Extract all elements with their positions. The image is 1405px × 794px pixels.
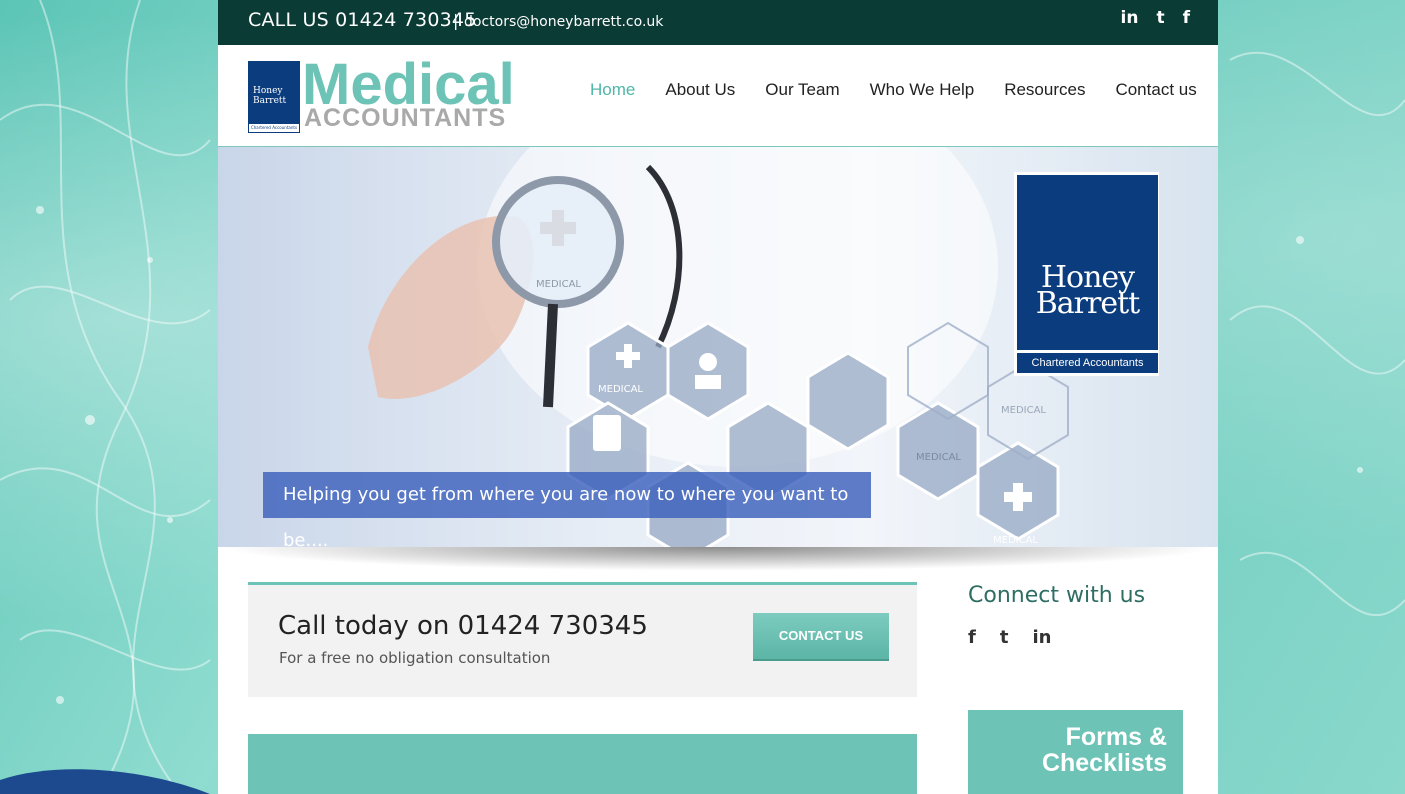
badge-name: Honey Barrett: [1017, 263, 1158, 321]
sidebar-social-links: f t in: [968, 627, 1051, 648]
phone-number[interactable]: CALL US 01424 730345: [248, 9, 477, 31]
header: Honey Barrett Chartered Accountants Medi…: [218, 45, 1218, 147]
hex-label: MEDICAL: [536, 279, 581, 290]
nav-who-we-help[interactable]: Who We Help: [870, 80, 975, 100]
linkedin-icon[interactable]: in: [1121, 8, 1139, 28]
nav-resources[interactable]: Resources: [1004, 80, 1085, 100]
call-to-action-box: Call today on 01424 730345 For a free no…: [248, 582, 917, 697]
linkedin-icon[interactable]: in: [1032, 627, 1051, 648]
nav-home[interactable]: Home: [590, 80, 635, 100]
hero-tagline: Helping you get from where you are now t…: [263, 472, 871, 547]
contact-us-button[interactable]: CONTACT US: [753, 613, 889, 661]
hex-label: MEDICAL: [598, 384, 643, 395]
facebook-icon[interactable]: f: [1183, 8, 1190, 28]
twitter-icon[interactable]: t: [1000, 627, 1009, 648]
cta-heading: Call today on 01424 730345: [278, 611, 648, 641]
hex-label: MEDICAL: [993, 535, 1038, 546]
top-social-links: in t f: [1121, 8, 1190, 28]
site-logo[interactable]: Honey Barrett Chartered Accountants Medi…: [248, 55, 528, 133]
separator: |: [453, 11, 459, 30]
hex-label: MEDICAL: [916, 452, 961, 463]
badge-subtitle: Chartered Accountants: [1017, 353, 1158, 373]
nav-about-us[interactable]: About Us: [665, 80, 735, 100]
forms-checklists-panel[interactable]: Forms & Checklists: [968, 710, 1183, 794]
forms-title-line1: Forms &: [1065, 723, 1167, 751]
top-bar: CALL US 01424 730345 | doctors@honeybarr…: [218, 0, 1218, 45]
hero-shadow: [218, 547, 1218, 571]
logo-badge-name: Honey Barrett: [253, 86, 287, 106]
connect-heading: Connect with us: [968, 583, 1146, 608]
cta-subtext: For a free no obligation consultation: [279, 649, 551, 667]
honey-barrett-badge: Honey Barrett Chartered Accountants: [1014, 172, 1159, 376]
logo-accountants-text: ACCOUNTANTS: [304, 104, 507, 132]
badge-name-line2: Barrett: [1035, 286, 1140, 321]
logo-badge-sub: Chartered Accountants: [249, 124, 299, 132]
nav-contact-us[interactable]: Contact us: [1115, 80, 1196, 100]
email-link[interactable]: doctors@honeybarrett.co.uk: [464, 14, 663, 30]
hex-label: MEDICAL: [1001, 405, 1046, 416]
facebook-icon[interactable]: f: [968, 627, 976, 648]
main-nav: Home About Us Our Team Who We Help Resou…: [590, 80, 1197, 100]
badge-panel: Honey Barrett: [1017, 175, 1158, 350]
nav-our-team[interactable]: Our Team: [765, 80, 839, 100]
hero-banner: MEDICAL MEDICAL MEDICAL MEDICAL MEDICAL …: [218, 147, 1218, 547]
page-container: CALL US 01424 730345 | doctors@honeybarr…: [218, 0, 1218, 794]
twitter-icon[interactable]: t: [1156, 8, 1164, 28]
forms-checklists-title: Forms & Checklists: [1042, 724, 1167, 776]
content-panel: [248, 734, 917, 794]
forms-title-line2: Checklists: [1041, 749, 1167, 777]
logo-badge: Honey Barrett Chartered Accountants: [248, 61, 300, 133]
